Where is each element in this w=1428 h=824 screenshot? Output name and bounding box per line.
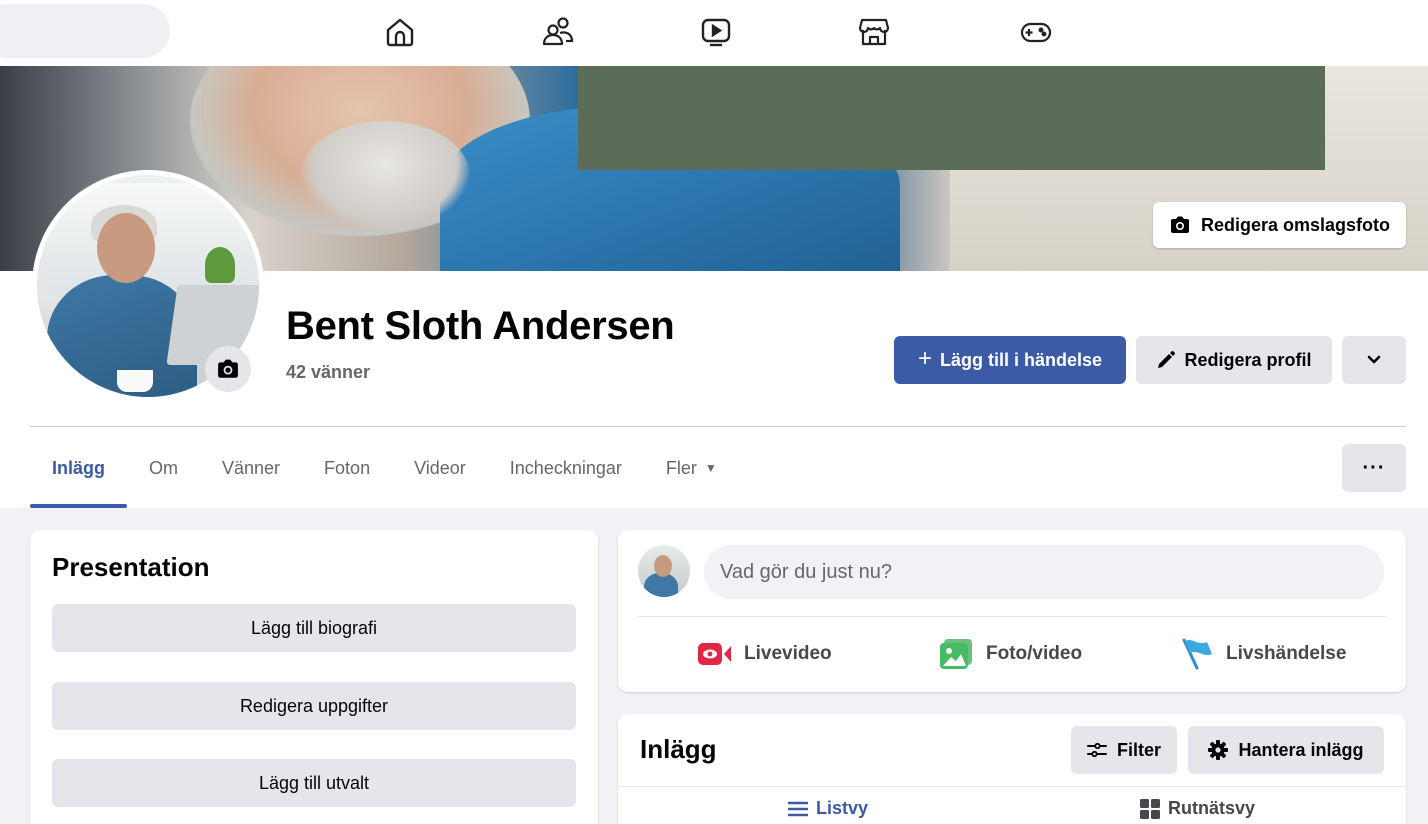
plus-icon: +	[917, 345, 932, 372]
tab-label: Foton	[324, 457, 371, 478]
video-icon[interactable]	[694, 12, 738, 52]
more-options-button[interactable]: ···	[1342, 444, 1406, 492]
pencil-icon	[1158, 351, 1176, 368]
edit-cover-photo-button[interactable]: Redigera omslagsfoto	[1152, 202, 1406, 248]
composer-input[interactable]: Vad gör du just nu?	[704, 545, 1384, 599]
tab-label: Om	[149, 457, 178, 478]
posts-divider	[618, 786, 1406, 787]
list-view-tab[interactable]: Listvy	[788, 798, 868, 819]
tab-photos[interactable]: Foton	[302, 428, 392, 508]
add-featured-button[interactable]: Lägg till utvalt	[52, 759, 576, 807]
life-event-label: Livshändelse	[1226, 643, 1347, 664]
edit-profile-label: Redigera profil	[1184, 349, 1312, 370]
home-icon[interactable]	[378, 12, 422, 52]
tab-about[interactable]: Om	[127, 428, 200, 508]
grid-view-tab[interactable]: Rutnätsvy	[1140, 798, 1255, 819]
camera-icon	[218, 359, 238, 378]
manage-posts-label: Hantera inlägg	[1238, 739, 1364, 760]
posts-title: Inlägg	[640, 734, 717, 764]
tab-videos[interactable]: Videor	[392, 428, 488, 508]
gear-icon	[1208, 740, 1229, 760]
composer-divider	[638, 616, 1386, 617]
top-navigation-bar	[0, 0, 1428, 66]
tab-label: Inlägg	[52, 457, 105, 478]
edit-details-button[interactable]: Redigera uppgifter	[52, 682, 576, 730]
caret-down-icon: ▼	[704, 461, 717, 475]
tab-label: Incheckningar	[509, 457, 622, 478]
tab-posts[interactable]: Inlägg	[30, 428, 127, 508]
filter-label: Filter	[1116, 739, 1161, 760]
post-composer-card: Vad gör du just nu? Livevideo Foto/video…	[618, 530, 1406, 692]
friends-icon[interactable]	[536, 12, 580, 52]
edit-profile-button[interactable]: Redigera profil	[1136, 336, 1332, 384]
add-to-event-label: Lägg till i händelse	[939, 349, 1103, 370]
live-video-button[interactable]: Livevideo	[698, 630, 832, 678]
gaming-icon[interactable]	[1014, 12, 1058, 52]
manage-posts-button[interactable]: Hantera inlägg	[1188, 726, 1384, 774]
update-profile-picture-button[interactable]	[205, 346, 251, 392]
friends-count-link[interactable]: 42 vänner	[286, 362, 370, 383]
edit-cover-photo-label: Redigera omslagsfoto	[1200, 214, 1390, 235]
list-icon	[788, 801, 808, 816]
profile-options-dropdown-button[interactable]	[1342, 336, 1406, 384]
live-video-icon	[698, 643, 731, 665]
tab-label: Vänner	[222, 457, 281, 478]
marketplace-icon[interactable]	[852, 12, 896, 52]
photo-video-label: Foto/video	[986, 643, 1083, 664]
search-bar[interactable]	[0, 4, 170, 58]
tab-friends[interactable]: Vänner	[200, 428, 302, 508]
cover-redaction-block	[578, 66, 1325, 170]
profile-tabs: Inlägg Om Vänner Foton Videor Inchecknin…	[30, 428, 739, 508]
list-view-label: Listvy	[816, 798, 869, 818]
posts-card: Inlägg Filter Hantera inlägg Listvy Rutn…	[618, 714, 1406, 824]
tab-more[interactable]: Fler ▼	[644, 428, 739, 508]
filter-icon	[1086, 742, 1107, 758]
photo-icon	[940, 639, 972, 669]
add-bio-button[interactable]: Lägg till biografi	[52, 604, 576, 652]
tab-label: Fler	[665, 457, 697, 478]
flag-icon	[1182, 638, 1212, 670]
photo-video-button[interactable]: Foto/video	[940, 630, 1082, 678]
life-event-button[interactable]: Livshändelse	[1182, 630, 1346, 678]
camera-icon	[1170, 216, 1189, 233]
grid-view-label: Rutnätsvy	[1168, 798, 1256, 818]
live-video-label: Livevideo	[744, 643, 832, 664]
grid-icon	[1140, 798, 1160, 819]
filter-button[interactable]: Filter	[1071, 726, 1177, 774]
header-divider	[30, 426, 1406, 427]
composer-avatar[interactable]	[638, 545, 690, 597]
chevron-down-icon	[1367, 355, 1381, 364]
intro-card: Presentation Lägg till biografi Redigera…	[30, 530, 598, 824]
intro-title: Presentation	[52, 552, 210, 582]
profile-name: Bent Sloth Andersen	[286, 304, 675, 348]
tab-label: Videor	[414, 457, 466, 478]
tab-checkins[interactable]: Incheckningar	[488, 428, 644, 508]
profile-header: Redigera omslagsfoto Bent Sloth Andersen…	[0, 66, 1428, 508]
add-to-event-button[interactable]: + Lägg till i händelse	[894, 336, 1126, 384]
